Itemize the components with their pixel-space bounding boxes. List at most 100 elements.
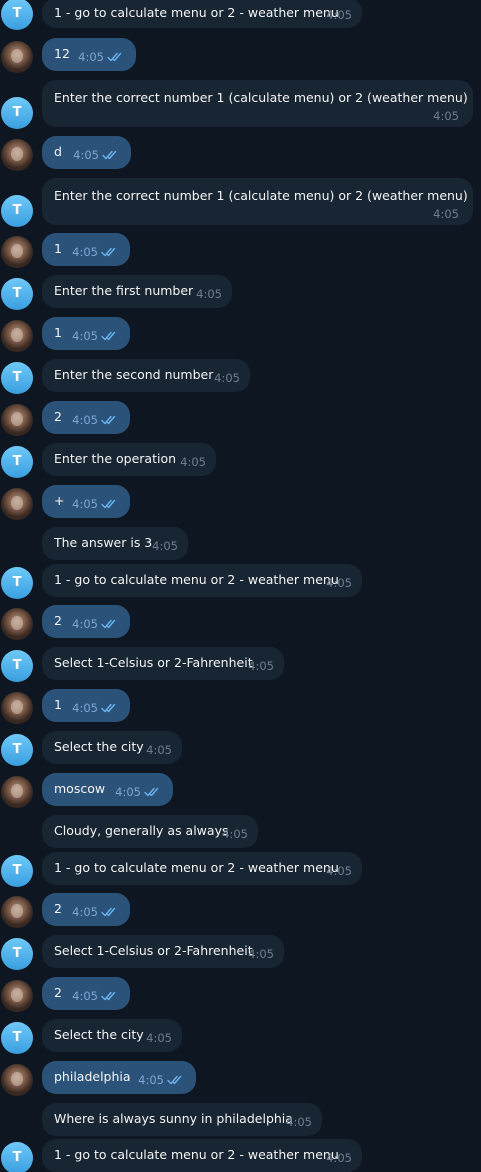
user-avatar[interactable] bbox=[1, 692, 33, 724]
bot-avatar[interactable]: T bbox=[1, 362, 33, 394]
message-text: Enter the correct number 1 (calculate me… bbox=[54, 188, 468, 203]
user-message-bubble[interactable]: 1 4:05 bbox=[42, 689, 130, 722]
message-text: 1 bbox=[54, 697, 62, 712]
message-timestamp: 4:05 bbox=[180, 454, 206, 469]
bot-message-bubble[interactable]: Select 1-Celsius or 2-Fahrenheit 4:05 bbox=[42, 647, 284, 680]
read-double-check-icon bbox=[101, 619, 116, 628]
user-avatar[interactable] bbox=[1, 896, 33, 928]
message-text: 1 bbox=[54, 241, 62, 256]
user-avatar[interactable] bbox=[1, 608, 33, 640]
message-timestamp: 4:05 bbox=[326, 8, 352, 22]
bot-avatar[interactable]: T bbox=[1, 97, 33, 129]
message-text: Select 1-Celsius or 2-Fahrenheit bbox=[54, 655, 253, 670]
read-double-check-icon bbox=[101, 907, 116, 916]
message-timestamp: 4:05 bbox=[72, 988, 98, 1003]
message-timestamp: 4:05 bbox=[326, 863, 352, 878]
message-timestamp: 4:05 bbox=[72, 616, 98, 631]
message-text: Select 1-Celsius or 2-Fahrenheit bbox=[54, 943, 253, 958]
message-text: 2 bbox=[54, 901, 62, 916]
message-timestamp: 4:05 bbox=[222, 826, 248, 841]
user-avatar[interactable] bbox=[1, 488, 33, 520]
bot-avatar[interactable]: T bbox=[1, 1022, 33, 1054]
bot-avatar[interactable]: T bbox=[1, 195, 33, 227]
bot-avatar[interactable]: T bbox=[1, 938, 33, 970]
user-avatar[interactable] bbox=[1, 236, 33, 268]
message-text: 1 - go to calculate menu or 2 - weather … bbox=[54, 1147, 339, 1162]
bot-avatar[interactable]: T bbox=[1, 0, 33, 30]
user-message-bubble[interactable]: 2 4:05 bbox=[42, 977, 130, 1010]
bot-message-bubble[interactable]: Enter the operation 4:05 bbox=[42, 443, 216, 476]
user-message-bubble[interactable]: moscow 4:05 bbox=[42, 773, 173, 806]
message-timestamp: 4:05 bbox=[248, 946, 274, 961]
user-avatar[interactable] bbox=[1, 320, 33, 352]
bot-message-bubble[interactable]: 1 - go to calculate menu or 2 - weather … bbox=[42, 852, 362, 885]
message-text: 1 bbox=[54, 325, 62, 340]
message-text: 2 bbox=[54, 409, 62, 424]
user-message-bubble[interactable]: 2 4:05 bbox=[42, 401, 130, 434]
message-timestamp: 4:05 bbox=[72, 904, 98, 919]
bot-message-bubble[interactable]: Where is always sunny in philadelphia 4:0… bbox=[42, 1103, 322, 1136]
message-text: Select the city bbox=[54, 739, 144, 754]
message-text: Enter the correct number 1 (calculate me… bbox=[54, 90, 468, 105]
read-double-check-icon bbox=[101, 331, 116, 340]
bot-message-bubble[interactable]: Enter the correct number 1 (calculate me… bbox=[42, 80, 473, 127]
message-timestamp: 4:05 bbox=[146, 1030, 172, 1045]
user-avatar[interactable] bbox=[1, 139, 33, 171]
message-timestamp: 4:05 bbox=[73, 147, 99, 162]
user-message-bubble[interactable]: 12 4:05 bbox=[42, 38, 136, 71]
user-message-bubble[interactable]: 2 4:05 bbox=[42, 605, 130, 638]
user-avatar[interactable] bbox=[1, 41, 33, 73]
bot-message-bubble[interactable]: Cloudy, generally as always 4:05 bbox=[42, 815, 258, 848]
user-message-bubble[interactable]: 1 4:05 bbox=[42, 233, 130, 266]
message-timestamp: 4:05 bbox=[433, 206, 459, 221]
bot-message-bubble[interactable]: 1 - go to calculate menu or 2 - weather … bbox=[42, 564, 362, 597]
user-message-bubble[interactable]: 2 4:05 bbox=[42, 893, 130, 926]
user-avatar[interactable] bbox=[1, 404, 33, 436]
message-text: 2 bbox=[54, 613, 62, 628]
bot-avatar[interactable]: T bbox=[1, 1142, 33, 1172]
read-double-check-icon bbox=[101, 703, 116, 712]
bot-message-bubble[interactable]: Enter the second number 4:05 bbox=[42, 359, 250, 392]
user-message-bubble[interactable]: philadelphia 4:05 bbox=[42, 1061, 196, 1094]
bot-message-bubble[interactable]: Select the city 4:05 bbox=[42, 731, 182, 764]
bot-message-bubble[interactable]: Enter the first number 4:05 bbox=[42, 275, 232, 308]
bot-avatar[interactable]: T bbox=[1, 278, 33, 310]
bot-message-bubble[interactable]: 1 - go to calculate menu or 2 - weather … bbox=[42, 0, 362, 28]
user-avatar[interactable] bbox=[1, 980, 33, 1012]
bot-avatar[interactable]: T bbox=[1, 446, 33, 478]
user-message-bubble[interactable]: 1 4:05 bbox=[42, 317, 130, 350]
message-timestamp: 4:05 bbox=[72, 700, 98, 715]
bot-message-bubble[interactable]: The answer is 3 4:05 bbox=[42, 527, 188, 560]
bot-message-bubble[interactable]: 1 - go to calculate menu or 2 - weather … bbox=[42, 1139, 362, 1172]
message-text: 12 bbox=[54, 46, 70, 61]
read-double-check-icon bbox=[101, 415, 116, 424]
message-timestamp: 4:05 bbox=[78, 49, 104, 64]
bot-avatar[interactable]: T bbox=[1, 567, 33, 599]
message-timestamp: 4:05 bbox=[248, 658, 274, 673]
message-timestamp: 4:05 bbox=[152, 538, 178, 553]
user-message-bubble[interactable]: +4:05 bbox=[42, 485, 130, 518]
read-double-check-icon bbox=[144, 787, 159, 796]
read-double-check-icon bbox=[101, 247, 116, 256]
read-double-check-icon bbox=[167, 1075, 182, 1084]
message-timestamp: 4:05 bbox=[326, 575, 352, 590]
read-double-check-icon bbox=[102, 150, 117, 159]
bot-avatar[interactable]: T bbox=[1, 650, 33, 682]
message-text: Enter the first number bbox=[54, 283, 194, 298]
message-text: The answer is 3 bbox=[54, 535, 153, 550]
message-timestamp: 4:05 bbox=[72, 328, 98, 343]
chat-history[interactable]: T 1 - go to calculate menu or 2 - weather… bbox=[0, 0, 481, 1172]
message-timestamp: 4:05 bbox=[196, 286, 222, 301]
user-avatar[interactable] bbox=[1, 1064, 33, 1096]
message-text: moscow bbox=[54, 781, 106, 796]
message-text: Select the city bbox=[54, 1027, 144, 1042]
bot-message-bubble[interactable]: Select the city 4:05 bbox=[42, 1019, 182, 1052]
bot-avatar[interactable]: T bbox=[1, 734, 33, 766]
bot-avatar[interactable]: T bbox=[1, 855, 33, 887]
message-text: Enter the second number bbox=[54, 367, 214, 382]
user-message-bubble[interactable]: d 4:05 bbox=[42, 136, 131, 169]
bot-message-bubble[interactable]: Enter the correct number 1 (calculate me… bbox=[42, 178, 473, 225]
bot-message-bubble[interactable]: Select 1-Celsius or 2-Fahrenheit 4:05 bbox=[42, 935, 284, 968]
user-avatar[interactable] bbox=[1, 776, 33, 808]
message-text: + bbox=[54, 493, 65, 508]
